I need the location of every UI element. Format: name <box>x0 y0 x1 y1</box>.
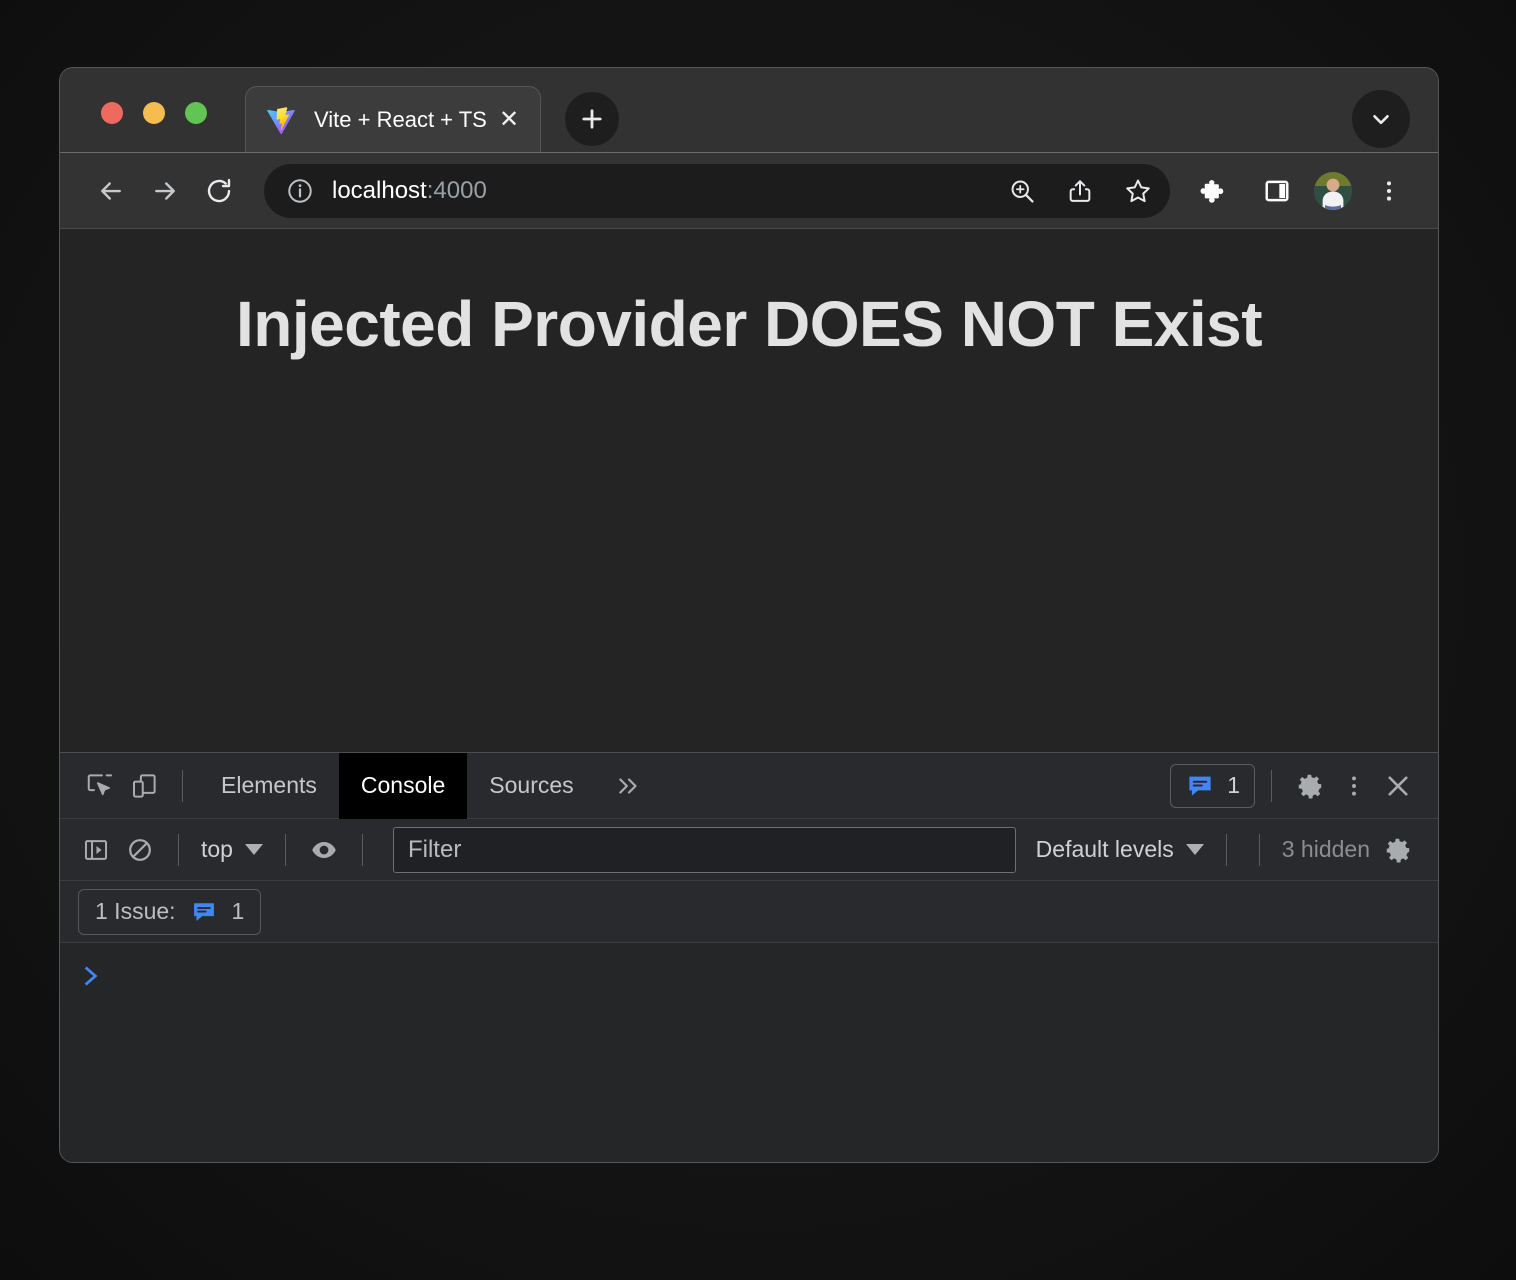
chevron-down-icon <box>1185 844 1204 855</box>
console-log-levels-selector[interactable]: Default levels <box>1030 836 1210 863</box>
divider <box>361 833 363 866</box>
device-toolbar-button[interactable] <box>122 764 166 808</box>
url-host: localhost <box>332 176 427 204</box>
devtools-tab-console[interactable]: Console <box>338 752 468 819</box>
star-icon <box>1126 179 1150 202</box>
chevron-down-icon <box>244 844 263 855</box>
devtools-tab-elements[interactable]: Elements <box>199 753 339 819</box>
browser-window: Vite + React + TS ✕ localhost:4000 Injec… <box>59 67 1439 1163</box>
issue-summary-button[interactable]: 1 Issue: 1 <box>78 888 262 935</box>
zoom-in-button[interactable] <box>998 167 1046 215</box>
clear-console-button[interactable] <box>118 828 162 872</box>
page-viewport: Injected Provider DOES NOT Exist <box>60 228 1438 752</box>
address-bar[interactable]: localhost:4000 <box>264 163 1170 218</box>
three-dot-menu-icon <box>1386 180 1392 201</box>
issue-summary-count: 1 <box>231 898 245 924</box>
console-sidebar-toggle[interactable] <box>74 828 118 872</box>
issue-speech-bubble-icon <box>1189 776 1211 796</box>
bookmark-button[interactable] <box>1114 167 1162 215</box>
side-panel-icon <box>1265 180 1289 201</box>
console-hidden-count: 3 hidden <box>1281 836 1370 862</box>
desktop-backdrop: Vite + React + TS ✕ localhost:4000 Injec… <box>0 0 1516 1280</box>
plus-icon <box>582 109 602 129</box>
devtools-settings-button[interactable] <box>1288 764 1332 808</box>
window-controls <box>101 102 207 124</box>
console-context-label: top <box>201 836 233 862</box>
chevron-double-right-icon <box>618 777 637 794</box>
tab-search-button[interactable] <box>1352 90 1410 148</box>
forward-button[interactable] <box>138 164 192 218</box>
prompt-chevron-icon <box>84 966 98 986</box>
new-tab-button[interactable] <box>565 92 619 146</box>
zoom-in-icon <box>1011 180 1034 203</box>
toolbar-extension-actions <box>1186 164 1416 218</box>
back-button[interactable] <box>84 164 138 218</box>
share-button[interactable] <box>1056 167 1104 215</box>
issue-summary-label: 1 Issue: <box>95 898 176 924</box>
console-prompt-row[interactable] <box>60 961 1438 1001</box>
console-filter-placeholder: Filter <box>407 835 462 863</box>
tab-title: Vite + React + TS <box>314 106 487 132</box>
devtools-tab-bar: Elements Console Sources 1 <box>60 752 1438 819</box>
console-issue-bar: 1 Issue: 1 <box>60 881 1438 943</box>
address-bar-url[interactable]: localhost:4000 <box>332 177 998 205</box>
extensions-button[interactable] <box>1186 164 1240 218</box>
side-panel-button[interactable] <box>1250 164 1304 218</box>
eye-icon <box>312 841 336 858</box>
console-prompt-input[interactable] <box>104 961 1420 995</box>
inspect-element-button[interactable] <box>78 764 122 808</box>
devtools-close-button[interactable] <box>1376 764 1420 808</box>
reload-button[interactable] <box>192 164 246 218</box>
divider <box>178 833 179 866</box>
tab-close-button[interactable]: ✕ <box>492 103 526 137</box>
clear-console-icon <box>129 838 151 861</box>
close-window-button[interactable] <box>101 102 123 124</box>
device-toolbar-icon <box>133 773 156 798</box>
forward-arrow-icon <box>155 181 175 200</box>
info-circle-icon[interactable] <box>286 177 314 205</box>
devtools-panel: Elements Console Sources 1 top Filter De… <box>60 752 1438 1162</box>
browser-toolbar: localhost:4000 <box>60 152 1438 228</box>
page-title: Injected Provider DOES NOT Exist <box>235 288 1263 360</box>
inspect-element-icon <box>87 773 113 795</box>
divider <box>182 769 183 802</box>
tab-strip: Vite + React + TS ✕ <box>60 68 1438 152</box>
puzzle-piece-icon <box>1200 179 1224 203</box>
maximize-window-button[interactable] <box>185 102 207 124</box>
divider <box>284 833 286 866</box>
reload-icon <box>207 178 231 202</box>
address-bar-actions <box>998 167 1162 215</box>
console-filter-input[interactable]: Filter <box>392 826 1016 873</box>
avatar-image <box>1314 171 1352 210</box>
three-dot-menu-icon <box>1352 775 1356 796</box>
console-sidebar-icon <box>84 839 108 860</box>
gear-icon <box>1298 774 1322 798</box>
vite-logo-icon <box>267 106 295 134</box>
browser-menu-button[interactable] <box>1362 164 1416 218</box>
devtools-issues-button[interactable]: 1 <box>1170 763 1255 808</box>
url-rest: :4000 <box>426 176 487 204</box>
issue-speech-bubble-icon <box>193 902 214 921</box>
profile-avatar[interactable] <box>1314 171 1352 210</box>
browser-tab-active[interactable]: Vite + React + TS ✕ <box>245 86 541 152</box>
gear-icon <box>1386 838 1410 862</box>
minimize-window-button[interactable] <box>143 102 165 124</box>
chevron-down-icon <box>1373 114 1389 125</box>
share-icon <box>1069 179 1091 202</box>
console-output-area[interactable] <box>60 943 1438 1162</box>
devtools-more-tabs-button[interactable] <box>596 753 662 819</box>
console-context-selector[interactable]: top <box>195 836 269 863</box>
close-x-icon <box>1388 775 1408 796</box>
divider <box>1225 833 1227 866</box>
console-settings-button[interactable] <box>1376 828 1420 872</box>
devtools-tab-sources[interactable]: Sources <box>467 753 595 819</box>
console-toolbar: top Filter Default levels 3 hidden <box>60 819 1438 881</box>
divider <box>1258 833 1260 866</box>
devtools-more-options-button[interactable] <box>1332 764 1376 808</box>
console-levels-label: Default levels <box>1035 836 1174 862</box>
issues-count: 1 <box>1227 772 1240 798</box>
back-arrow-icon <box>101 181 121 200</box>
divider <box>1271 769 1272 802</box>
live-expression-button[interactable] <box>302 828 346 872</box>
